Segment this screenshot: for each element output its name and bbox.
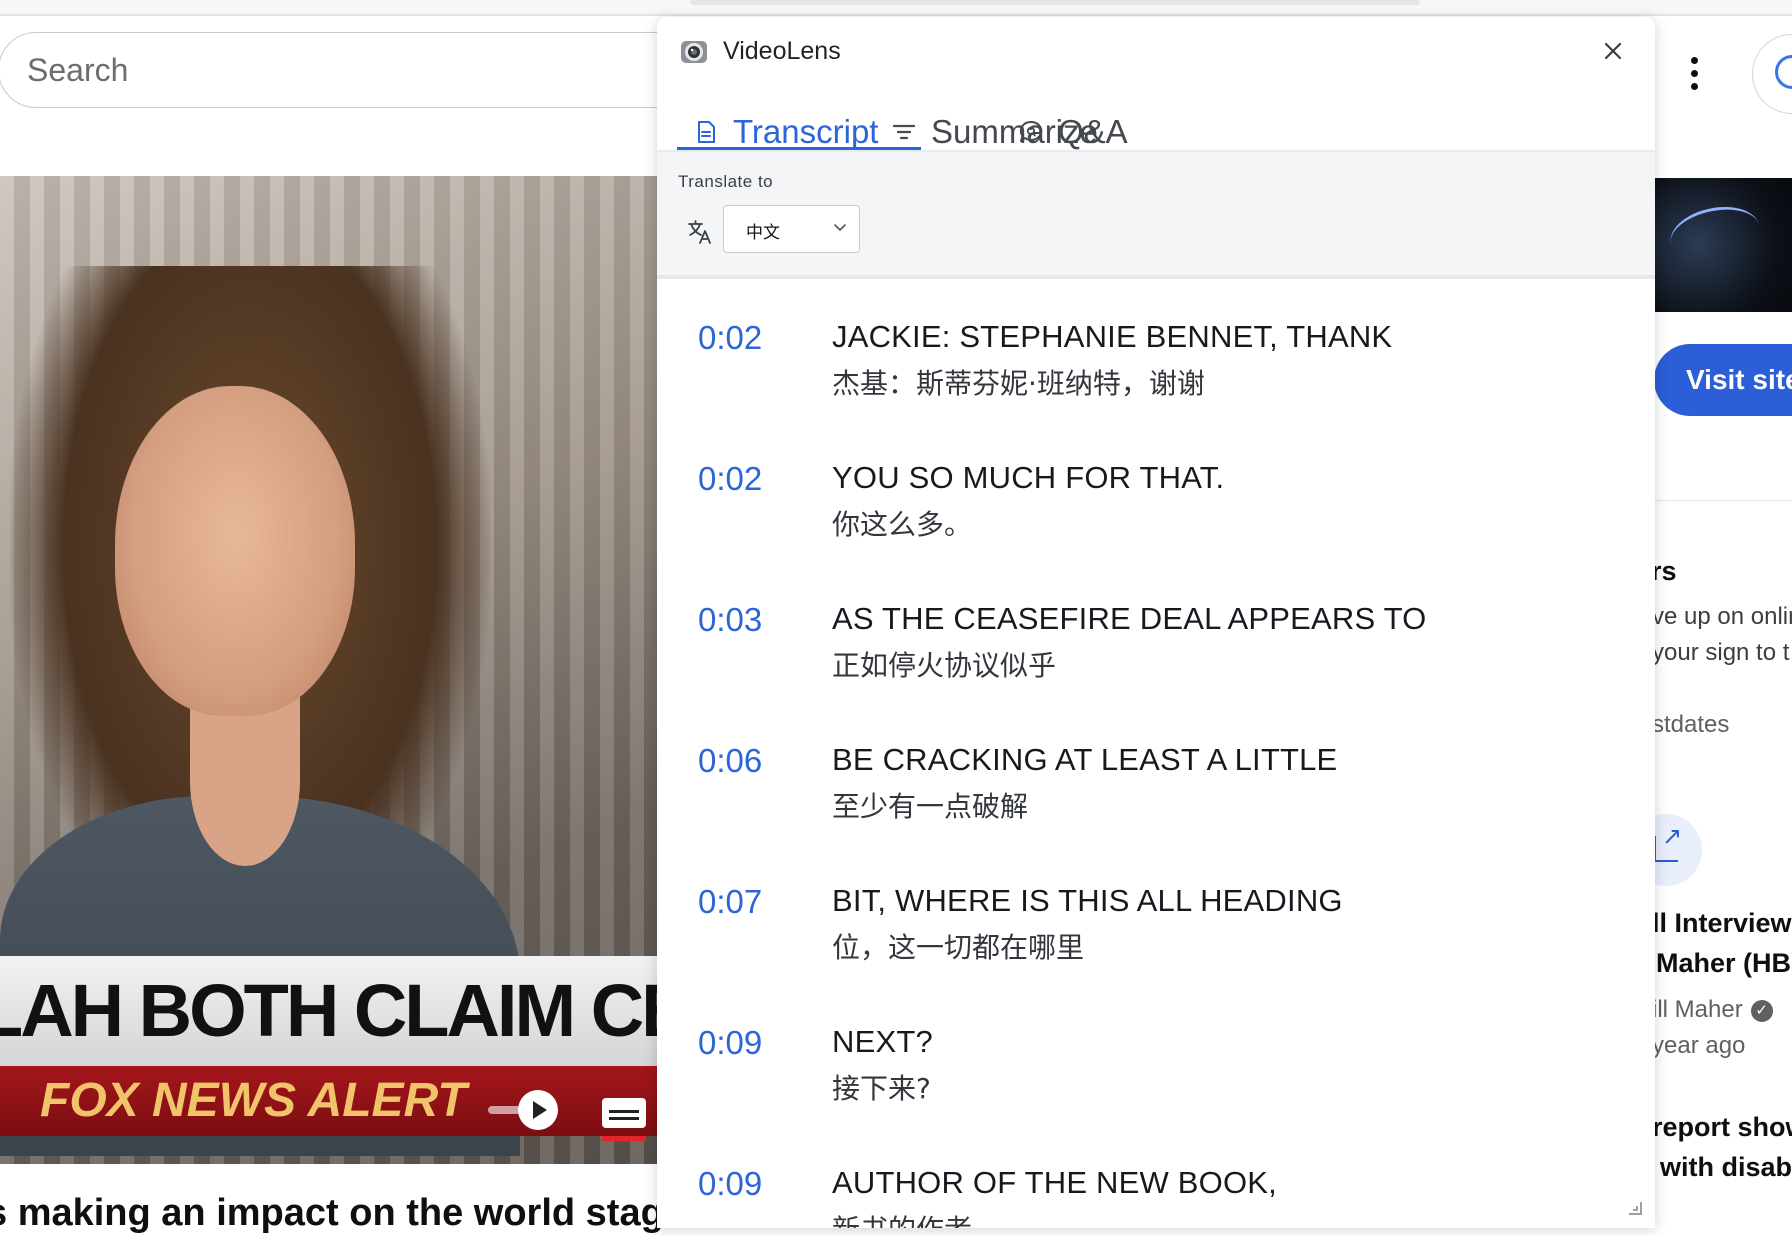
browser-top-strip [0,0,1792,16]
recommended-video-channel[interactable]: ill Maher ✓ [1652,996,1773,1024]
ad-description-line-2: your sign to t [1652,639,1790,666]
transcript-entry[interactable]: 0:02 JACKIE: STEPHANIE BENNET, THANK 杰基：… [657,279,1655,420]
page-scroll-indicator [690,0,1420,5]
transcript-translation: 至少有一点破解 [832,790,1029,823]
recommended-video-2-title-line-2[interactable]: with disabi [1660,1152,1792,1183]
transcript-translation: 接下来? [832,1072,931,1105]
document-icon [698,121,715,143]
chat-bubble-icon [1019,120,1043,142]
autoplay-toggle-icon[interactable] [518,1090,558,1130]
channel-name[interactable]: ill Maher [1652,996,1743,1023]
news-lower-third: LAH BOTH CLAIM CEASEFIRE [0,956,700,1066]
subtitles-icon[interactable] [602,1098,646,1128]
transcript-list[interactable]: 0:02 JACKIE: STEPHANIE BENNET, THANK 杰基：… [657,279,1655,1228]
filter-lines-icon [892,124,916,140]
video-player[interactable]: LAH BOTH CLAIM CEASEFIRE FOX NEWS ALERT [0,176,700,1164]
translate-label: Translate to [678,172,774,191]
video-title[interactable]: s making an impact on the world stag [0,1192,706,1235]
videolens-panel: VideoLens Transcript Summarize Q&A Trans… [657,17,1655,1228]
transcript-translation: 新书的作者 [832,1208,972,1228]
transcript-translation: 你这么多。 [832,508,973,541]
transcript-text: AUTHOR OF THE NEW BOOK, [832,1165,1277,1200]
video-frame-neck [190,696,300,866]
search-box[interactable] [0,32,698,108]
transcript-entry[interactable]: 0:09 NEXT? 接下来? [657,984,1655,1125]
resize-handle-icon[interactable] [1627,1200,1643,1216]
timestamp-link[interactable]: 0:06 [698,742,762,780]
transcript-translation: 正如停火协议似乎 [832,649,1057,682]
transcript-text: YOU SO MUCH FOR THAT. [832,460,1225,495]
search-input[interactable] [25,47,629,93]
timestamp-link[interactable]: 0:07 [698,883,762,921]
app-title: VideoLens [723,37,841,65]
recommended-video-2-title-line-1[interactable]: report show [1652,1112,1792,1143]
transcript-entry[interactable]: 0:07 BIT, WHERE IS THIS ALL HEADING 位，这一… [657,843,1655,984]
ad-description-line-1: ve up on onlir [1652,603,1792,630]
tab-qa-label: Q&A [1058,113,1128,150]
account-avatar[interactable] [1752,34,1792,114]
transcript-translation: 杰基：斯蒂芬妮·班纳特，谢谢 [832,367,1205,400]
timestamp-link[interactable]: 0:09 [698,1165,762,1203]
person-icon [1775,55,1792,89]
transcript-text: NEXT? [832,1024,933,1059]
transcript-text: BIT, WHERE IS THIS ALL HEADING [832,883,1343,918]
transcript-text: JACKIE: STEPHANIE BENNET, THANK [832,319,1393,354]
verified-badge-icon: ✓ [1750,999,1773,1022]
tab-transcript-label: Transcript [733,113,879,150]
transcript-entry[interactable]: 0:09 AUTHOR OF THE NEW BOOK, 新书的作者 [657,1125,1655,1228]
transcript-text: AS THE CEASEFIRE DEAL APPEARS TO [832,601,1427,636]
chevron-down-icon [834,224,846,231]
subtitles-active-indicator [602,1136,646,1141]
timestamp-link[interactable]: 0:03 [698,601,762,639]
sidebar-divider [1650,500,1792,501]
transcript-entry[interactable]: 0:03 AS THE CEASEFIRE DEAL APPEARS TO 正如… [657,561,1655,702]
close-icon[interactable] [1597,35,1629,67]
translate-bar: Translate to 中文 [657,152,1655,279]
ad-domain: stdates [1652,711,1730,738]
transcript-entry[interactable]: 0:06 BE CRACKING AT LEAST A LITTLE 至少有一点… [657,702,1655,843]
timestamp-link[interactable]: 0:02 [698,319,762,357]
recommended-video-age: year ago [1652,1032,1746,1059]
recommended-video-title-line-1[interactable]: ll Interview [1652,908,1792,939]
videolens-logo-icon [681,41,707,63]
transcript-translation: 位，这一切都在哪里 [832,931,1085,964]
timestamp-link[interactable]: 0:09 [698,1024,762,1062]
more-options-icon[interactable] [1688,54,1700,94]
video-frame-face [115,386,355,716]
translate-icon [688,220,711,244]
news-alert-banner: FOX NEWS ALERT [0,1066,700,1136]
external-link-icon [1654,822,1682,862]
timestamp-link[interactable]: 0:02 [698,460,762,498]
ad-thumbnail[interactable] [1650,178,1792,312]
language-select-value: 中文 [746,223,780,242]
transcript-text: BE CRACKING AT LEAST A LITTLE [832,742,1338,777]
transcript-entry[interactable]: 0:02 YOU SO MUCH FOR THAT. 你这么多。 [657,420,1655,561]
visit-site-button[interactable]: Visit site [1654,344,1792,416]
language-select[interactable]: 中文 [723,205,860,253]
recommended-video-title-line-2[interactable]: Maher (HB [1656,948,1791,979]
